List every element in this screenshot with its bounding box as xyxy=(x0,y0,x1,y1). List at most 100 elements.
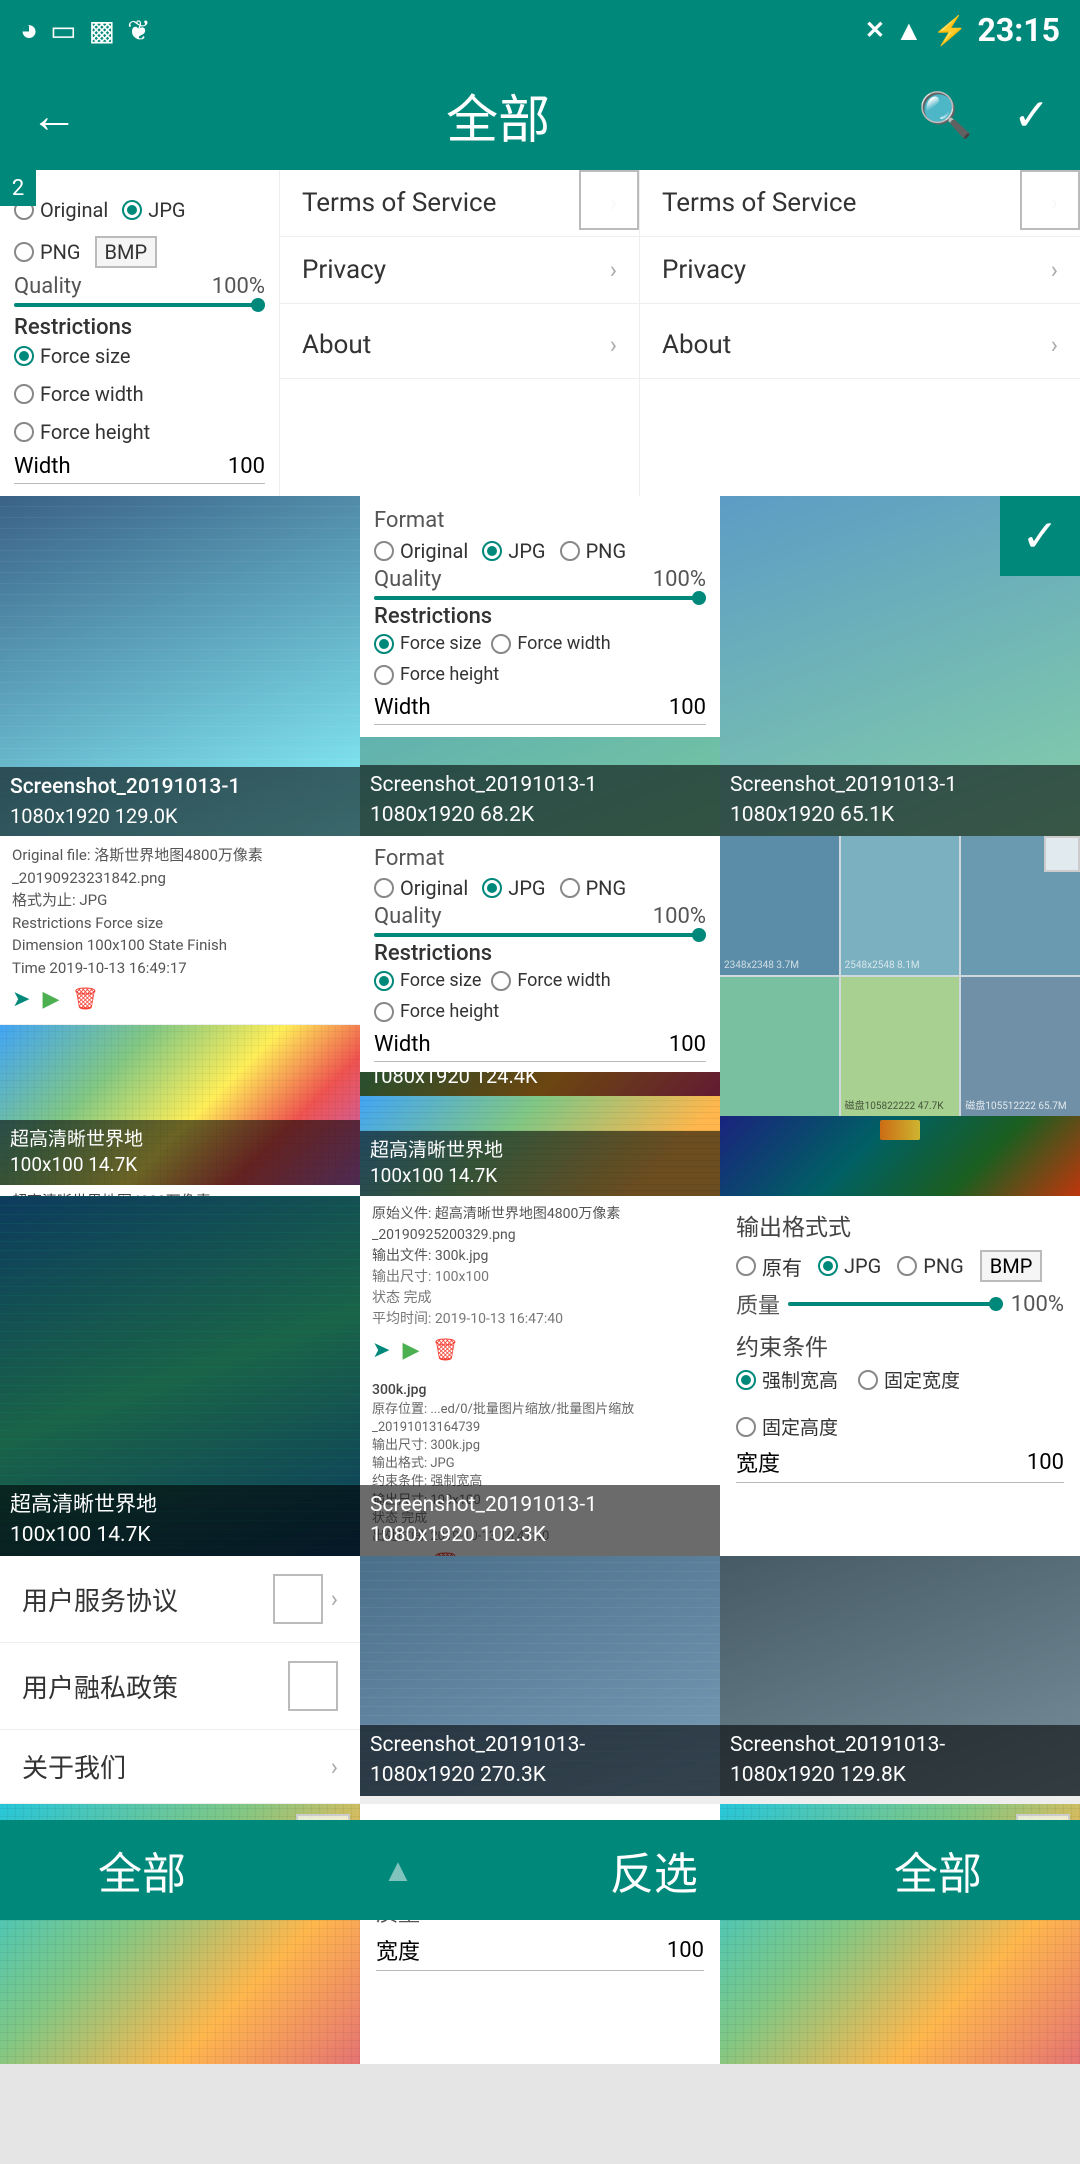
row-3: Original file: 洛斯世界地图4800万像素_20190923231… xyxy=(0,836,1080,1196)
bottom-nav: 全部 ▲ 反选 全部 xyxy=(0,1820,1080,1920)
thumbnail-grid: 2348x2348 3.7M 2548x2548 8.1M 磁盘10582222… xyxy=(720,836,1080,1116)
status-icons-left: ◕ ▭ ▩ ❦ xyxy=(20,13,151,48)
format-panel-3: Format Original JPG PNG xyxy=(360,836,720,1072)
force-size-option[interactable]: Force size xyxy=(14,344,130,368)
bmp-option[interactable]: BMP xyxy=(95,236,158,268)
action-icons-3: ➤ ▶ 🗑 xyxy=(372,1334,708,1367)
about-item-a[interactable]: About › xyxy=(280,312,639,379)
chevron-right-icon-3: › xyxy=(610,331,617,359)
row-2-tiles: Screenshot_20191013-1 1080x1920 129.0K F… xyxy=(0,496,1080,836)
bmp-radio[interactable]: BMP xyxy=(95,236,158,268)
row3-cell1: Original file: 洛斯世界地图4800万像素_20190923231… xyxy=(0,836,360,1196)
back-button[interactable]: ← xyxy=(30,87,78,144)
thumb-6[interactable]: 磁盘105512222 65.7M xyxy=(961,977,1080,1116)
png-radio[interactable] xyxy=(14,242,34,262)
thumb-2[interactable]: 2548x2548 8.1M xyxy=(841,836,960,975)
signal-icon: ▲ xyxy=(895,14,923,47)
search-icon[interactable]: 🔍 xyxy=(918,89,973,141)
width-label: Width xyxy=(14,454,71,479)
restrictions-section: Restrictions Force size Force width Forc… xyxy=(14,315,265,484)
chevron-right-icon-2: › xyxy=(610,256,617,284)
tile-mid-4-label: Screenshot_20191013-1 1080x1920 102.3K xyxy=(360,1485,720,1556)
format-options: Original JPG PNG BMP xyxy=(14,198,265,268)
check-overlay-3: ✓ xyxy=(1000,496,1080,576)
tile-1-label: Screenshot_20191013-1 1080x1920 129.0K xyxy=(0,767,360,836)
privacy-item-a[interactable]: Privacy › xyxy=(280,237,639,304)
thumb-3[interactable] xyxy=(961,836,1080,975)
width-field: Width 100 xyxy=(14,450,265,484)
bottom-spacer xyxy=(0,2064,1080,2164)
row3-cell3: 2348x2348 3.7M 2548x2548 8.1M 磁盘10582222… xyxy=(720,836,1080,1196)
tile-3[interactable]: ✓ Screenshot_20191013-1 1080x1920 65.1K xyxy=(720,496,1080,836)
force-width-radio[interactable] xyxy=(14,384,34,404)
spiral-icon: ◕ xyxy=(20,13,38,48)
force-height-radio[interactable] xyxy=(14,422,34,442)
worldmap-3: 超高清晰世界地 100x100 14.7K xyxy=(360,1096,720,1196)
tile-mid-4[interactable]: 原始义件: 超高清晰世界地图4800万像素_20190925200329.png… xyxy=(360,1196,720,1556)
quality-slider[interactable] xyxy=(14,303,265,307)
row-5: 用户服务协议 › 用户融私政策 关于我们 › Screenshot_20 xyxy=(0,1556,1080,1804)
checkbox-b[interactable] xyxy=(1020,170,1080,230)
detail-panel-1: Original file: 洛斯世界地图4800万像素_20190923231… xyxy=(0,836,360,1025)
chevron-right-ch-3: › xyxy=(331,1753,338,1781)
thumb-1[interactable]: 2348x2348 3.7M xyxy=(720,836,839,975)
nav-all-left[interactable]: 全部 xyxy=(98,1838,186,1902)
delete-icon[interactable]: 🗑 xyxy=(71,983,99,1016)
play-icon-3[interactable]: ▶ xyxy=(402,1334,419,1367)
status-bar: ◕ ▭ ▩ ❦ ✕ ▲ ⚡ 23:15 xyxy=(0,0,1080,60)
force-height-option[interactable]: Force height xyxy=(14,420,150,444)
tile-2[interactable]: Format Original JPG PNG xyxy=(360,496,720,836)
thumb-5[interactable]: 磁盘105822222 47.7K xyxy=(841,977,960,1116)
terms-ch[interactable]: 用户服务协议 › xyxy=(0,1556,360,1643)
width-value: 100 xyxy=(228,454,265,479)
settings-panel-left: 2 Original JPG PNG xyxy=(0,170,280,496)
chinese-menu: 用户服务协议 › 用户融私政策 关于我们 › xyxy=(0,1556,360,1804)
force-width-option[interactable]: Force width xyxy=(14,382,144,406)
tile-3-label: Screenshot_20191013-1 1080x1920 65.1K xyxy=(720,765,1080,836)
wifi-icon: ✕ xyxy=(865,16,885,44)
menu-panel-b: Terms of Service › Privacy › About › xyxy=(640,170,1080,496)
checkbox-terms[interactable] xyxy=(273,1574,323,1624)
nav-all-right[interactable]: 全部 xyxy=(894,1838,982,1902)
battery-icon: ⚡ xyxy=(933,14,968,47)
tile-aurora[interactable]: 超高清晰世界地 100x100 14.7K xyxy=(0,1196,360,1556)
checkbox-privacy[interactable] xyxy=(288,1661,338,1711)
menu-panel-a: Terms of Service › Privacy › About › xyxy=(280,170,640,496)
privacy-item-b[interactable]: Privacy › xyxy=(640,237,1080,304)
thumb-3-check[interactable] xyxy=(1044,836,1080,872)
row-4-tiles: 超高清晰世界地 100x100 14.7K 原始义件: 超高清晰世界地图4800… xyxy=(0,1196,1080,1556)
chevron-right-icon-5: › xyxy=(1051,256,1058,284)
nav-invert[interactable]: 反选 xyxy=(610,1838,698,1902)
tile-mid-5[interactable]: Screenshot_20191013- 1080x1920 270.3K xyxy=(360,1556,720,1796)
format-options-2: Original JPG PNG xyxy=(374,539,706,563)
terms-item-b[interactable]: Terms of Service › xyxy=(640,170,1080,237)
share-icon-3[interactable]: ➤ xyxy=(372,1334,390,1367)
aurora-tile[interactable] xyxy=(720,1116,1080,1196)
output-panel-a: 输出格式式 原有 JPG PNG BMP xyxy=(720,1196,1080,1495)
png-option[interactable]: PNG xyxy=(14,240,81,264)
tile-1[interactable]: Screenshot_20191013-1 1080x1920 129.0K xyxy=(0,496,360,836)
force-size-radio[interactable] xyxy=(14,346,34,366)
tile-aurora-label: 超高清晰世界地 100x100 14.7K xyxy=(0,1485,360,1556)
checkbox-a[interactable] xyxy=(579,170,639,230)
top-bar: ← 全部 🔍 ✓ xyxy=(0,60,1080,170)
jpg-radio[interactable] xyxy=(122,200,142,220)
delete-icon-3[interactable]: 🗑 xyxy=(431,1334,459,1367)
play-icon[interactable]: ▶ xyxy=(42,983,59,1016)
time-display: 23:15 xyxy=(978,11,1060,49)
quality-section: Quality 100% xyxy=(14,274,265,307)
top-bar-actions: 🔍 ✓ xyxy=(918,89,1050,141)
about-item-b[interactable]: About › xyxy=(640,312,1080,379)
worldmap-2: Format Original JPG PNG xyxy=(360,836,720,1096)
format-section: Original JPG PNG BMP xyxy=(14,198,265,268)
quality-label: Quality xyxy=(14,274,82,299)
tile-right-5[interactable]: Screenshot_20191013- 1080x1920 129.8K xyxy=(720,1556,1080,1796)
privacy-ch[interactable]: 用户融私政策 xyxy=(0,1643,360,1730)
quality-value: 100% xyxy=(212,274,265,299)
thumb-4[interactable] xyxy=(720,977,839,1116)
jpg-option[interactable]: JPG xyxy=(122,198,185,222)
tile-right-5-label: Screenshot_20191013- 1080x1920 129.8K xyxy=(720,1725,1080,1796)
about-ch[interactable]: 关于我们 › xyxy=(0,1730,360,1804)
share-icon[interactable]: ➤ xyxy=(12,983,30,1016)
check-icon[interactable]: ✓ xyxy=(1013,89,1050,141)
